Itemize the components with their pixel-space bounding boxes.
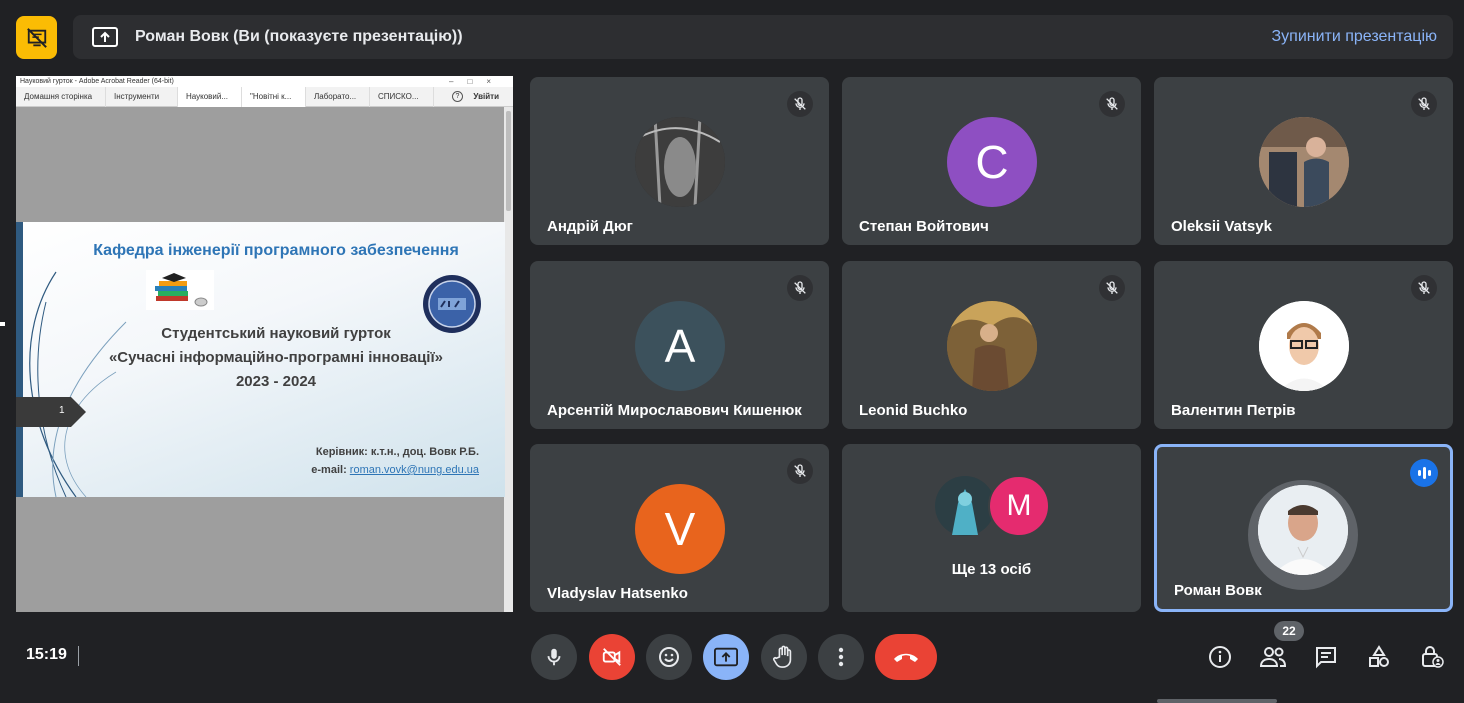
more-participants-label: Ще 13 осіб (951, 561, 1032, 578)
avatar (947, 301, 1037, 391)
self-tile[interactable]: Роман Вовк (1154, 444, 1453, 612)
mic-off-icon (1411, 275, 1437, 301)
page-number-marker: 1 (16, 397, 86, 427)
raise-hand-button[interactable] (761, 634, 807, 680)
microphone-icon (547, 648, 561, 666)
info-icon (1209, 646, 1231, 668)
more-options-button[interactable] (818, 634, 864, 680)
mic-off-icon (1099, 91, 1125, 117)
leave-call-button[interactable] (875, 634, 937, 680)
lock-person-icon (1422, 646, 1444, 668)
chat-button[interactable] (1311, 642, 1341, 672)
slide-subtitle-1: Студентський науковий гурток (161, 325, 391, 342)
home-indicator (1157, 699, 1277, 703)
edge-marker (0, 322, 5, 326)
participant-name: Валентин Петрів (1171, 402, 1296, 419)
avatar (1259, 301, 1349, 391)
reactions-button[interactable] (646, 634, 692, 680)
slide-title: Кафедра інженерії програмного забезпечен… (93, 242, 459, 259)
presenter-title: Роман Вовк (Ви (показуєте презентацію)) (135, 28, 463, 45)
slide-email-label: e-mail: (311, 464, 350, 476)
acrobat-tab-doc-3[interactable]: Лаборато... (306, 87, 370, 107)
host-controls-button[interactable] (1417, 642, 1447, 672)
slide-subtitle-2: «Сучасні інформаційно-програмні інноваці… (108, 349, 444, 366)
speaking-indicator-icon (1410, 459, 1438, 487)
books-logo-icon (146, 270, 214, 310)
avatar-initial: С (947, 117, 1037, 207)
stop-presenting-button[interactable]: Зупинити презентацію (1271, 28, 1437, 46)
participant-tile[interactable]: V Vladyslav Hatsenko (530, 444, 829, 612)
participant-name: Vladyslav Hatsenko (547, 585, 688, 602)
slide-leader-info: Керівник: к.т.н., доц. Вовк Р.Б. e-mail:… (311, 443, 479, 479)
camera-off-icon (602, 648, 621, 666)
document-scrollbar[interactable] (504, 107, 513, 612)
participant-name: Leonid Buchko (859, 402, 968, 419)
participant-tile[interactable]: Oleksii Vatsyk (1154, 77, 1453, 245)
avatar-initial: V (635, 484, 725, 574)
slide-page: Кафедра інженерії програмного забезпечен… (16, 222, 505, 497)
acrobat-tab-doc-1[interactable]: Науковий... (178, 87, 242, 107)
mic-off-icon (787, 275, 813, 301)
scrollbar-thumb[interactable] (506, 111, 511, 211)
more-participants-tile[interactable]: M Ще 13 осіб (842, 444, 1141, 612)
mic-off-icon (787, 458, 813, 484)
page-number: 1 (59, 405, 65, 416)
window-controls-icon: –□× (449, 77, 505, 86)
acrobat-tab-tools[interactable]: Інструменти (106, 87, 178, 107)
avatar (935, 476, 995, 536)
meeting-info-button[interactable] (1205, 642, 1235, 672)
present-screen-icon (91, 26, 119, 48)
acrobat-tab-doc-4[interactable]: СПИСКО... (370, 87, 434, 107)
acrobat-login-button[interactable]: Увійти (473, 87, 499, 107)
slide-subtitle: Студентський науковий гурток «Сучасні ін… (76, 322, 476, 394)
acrobat-tab-doc-2[interactable]: "Новітні к... (242, 87, 306, 107)
presenting-banner: Роман Вовк (Ви (показуєте презентацію)) … (73, 15, 1453, 59)
shared-screen: Науковий гурток - Adobe Acrobat Reader (… (16, 76, 513, 612)
participant-tile[interactable]: A Арсентій Мирославович Кишенюк (530, 261, 829, 429)
avatar (1259, 117, 1349, 207)
hand-icon (773, 645, 792, 668)
avatar-initial: A (635, 301, 725, 391)
mic-off-icon (1411, 91, 1437, 117)
participant-count-badge: 22 (1274, 621, 1304, 641)
participant-tile[interactable]: Валентин Петрів (1154, 261, 1453, 429)
acrobat-tabs: Домашня сторінка Інструменти Науковий...… (16, 87, 513, 107)
more-vertical-icon (838, 647, 844, 667)
participant-name: Степан Войтович (859, 218, 989, 235)
meeting-time: 15:19 (26, 646, 67, 663)
hangup-icon (894, 653, 918, 662)
more-participants-avatars: M (934, 475, 1054, 537)
present-screen-button[interactable] (703, 634, 749, 680)
participant-name: Oleksii Vatsyk (1171, 218, 1272, 235)
activities-button[interactable] (1364, 642, 1394, 672)
participant-name: Андрій Дюг (547, 218, 633, 235)
participant-tile[interactable]: Андрій Дюг (530, 77, 829, 245)
participant-tile[interactable]: Leonid Buchko (842, 261, 1141, 429)
acrobat-tab-home[interactable]: Домашня сторінка (16, 87, 106, 107)
participant-name: Роман Вовк (1174, 582, 1262, 599)
present-screen-icon (714, 647, 738, 667)
participant-tile[interactable]: С Степан Войтович (842, 77, 1141, 245)
people-icon (1259, 647, 1287, 667)
slide-leader: Керівник: к.т.н., доц. Вовк Р.Б. (315, 446, 479, 458)
slide-email-link[interactable]: roman.vovk@nung.edu.ua (350, 464, 479, 476)
presentation-hidden-icon[interactable] (16, 16, 57, 59)
emoji-icon (659, 647, 679, 667)
slide-years: 2023 - 2024 (235, 373, 317, 390)
acrobat-title-bar: Науковий гурток - Adobe Acrobat Reader (… (16, 76, 513, 87)
people-button[interactable] (1258, 642, 1288, 672)
mic-off-icon (787, 91, 813, 117)
microphone-button[interactable] (531, 634, 577, 680)
participant-name: Арсентій Мирославович Кишенюк (547, 402, 802, 419)
help-icon[interactable]: ? (452, 91, 463, 102)
acrobat-window-title: Науковий гурток - Adobe Acrobat Reader (… (20, 78, 174, 85)
camera-off-button[interactable] (589, 634, 635, 680)
shapes-icon (1369, 645, 1389, 667)
chat-icon (1316, 647, 1336, 669)
avatar (1258, 485, 1348, 575)
time-divider (78, 646, 79, 666)
avatar (635, 117, 725, 207)
avatar-initial: M (988, 475, 1050, 537)
mic-off-icon (1099, 275, 1125, 301)
